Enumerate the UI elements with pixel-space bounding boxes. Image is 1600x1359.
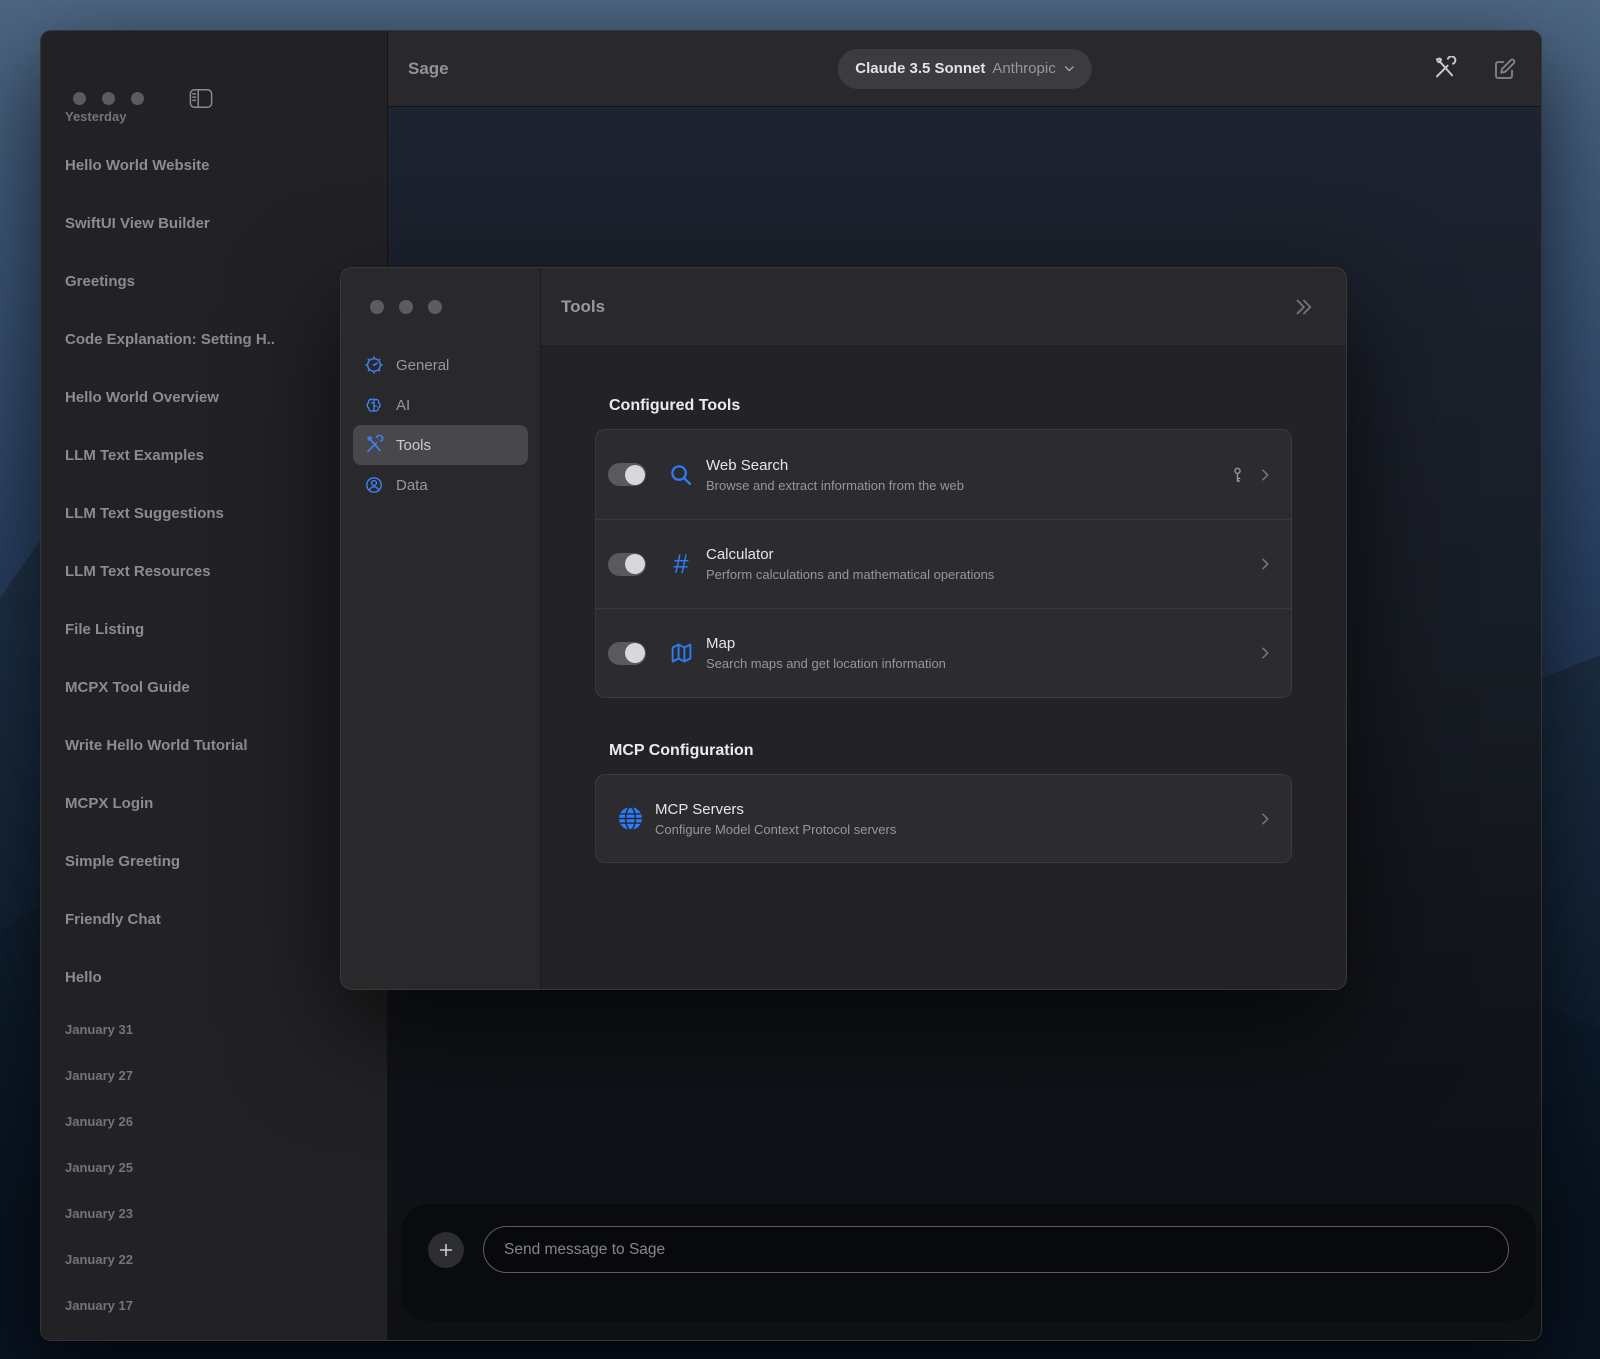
tool-description: Perform calculations and mathematical op…: [706, 567, 995, 582]
chevron-right-icon: [1257, 556, 1273, 572]
chat-item[interactable]: Code Explanation: Setting H..: [41, 310, 387, 368]
tools-icon: [363, 435, 385, 455]
chat-group-header: January 31: [65, 1021, 133, 1037]
chat-item[interactable]: Greetings: [41, 252, 387, 310]
model-name: Claude 3.5 Sonnet: [855, 60, 986, 77]
settings-main: Tools Configured Tools Web Search Browse…: [541, 268, 1346, 989]
configured-tools-card: Web Search Browse and extract informatio…: [595, 429, 1292, 698]
add-attachment-button[interactable]: [428, 1232, 464, 1268]
compose-icon[interactable]: [1493, 57, 1517, 81]
gauge-icon: [363, 355, 385, 375]
hash-icon: #: [673, 548, 689, 579]
settings-body: Configured Tools Web Search Browse and e…: [541, 347, 1346, 989]
person-icon: [363, 475, 385, 495]
settings-window: General AI Tools Data Tools Configured T…: [340, 267, 1347, 990]
chat-item[interactable]: Write Hello World Tutorial: [41, 716, 387, 774]
chat-group-header: January 26: [65, 1113, 133, 1129]
tool-title: Calculator: [706, 546, 774, 563]
tool-description: Browse and extract information from the …: [706, 477, 964, 493]
tool-row-map[interactable]: Map Search maps and get location informa…: [596, 608, 1291, 697]
section-heading: MCP Configuration: [609, 742, 754, 759]
tab-ai[interactable]: AI: [353, 385, 528, 425]
settings-sidebar: General AI Tools Data: [341, 268, 541, 989]
chat-history-list: Yesterday Hello World Website SwiftUI Vi…: [41, 96, 387, 1340]
minimize-window-button[interactable]: [399, 300, 413, 314]
plus-icon: [438, 1242, 454, 1258]
chat-item[interactable]: MCPX Tool Guide: [41, 658, 387, 716]
tab-label: Tools: [396, 436, 432, 454]
tool-text: Web Search Browse and extract informatio…: [706, 457, 1230, 493]
titlebar: Sage Claude 3.5 Sonnet Anthropic: [388, 31, 1541, 107]
model-selector[interactable]: Claude 3.5 Sonnet Anthropic: [837, 48, 1092, 89]
calculator-toggle[interactable]: [608, 552, 646, 576]
search-icon: [664, 462, 698, 488]
section-heading: Configured Tools: [609, 397, 741, 414]
chat-item[interactable]: Simple Greeting: [41, 832, 387, 890]
tool-row-calculator[interactable]: # Calculator Perform calculations and ma…: [596, 519, 1291, 608]
mcp-card: MCP Servers Configure Model Context Prot…: [595, 774, 1292, 863]
close-window-button[interactable]: [370, 300, 384, 314]
chevron-right-icon: [1257, 645, 1273, 661]
chat-item[interactable]: Hello World Website: [41, 136, 387, 194]
tool-title: Map: [706, 635, 736, 652]
row-trailing: [1257, 556, 1273, 572]
message-input[interactable]: [483, 1226, 1509, 1273]
settings-tabs: General AI Tools Data: [353, 345, 528, 505]
tab-label: AI: [396, 396, 411, 414]
tab-label: General: [396, 356, 450, 374]
chat-item[interactable]: Hello World Overview: [41, 368, 387, 426]
chevron-right-icon: [1257, 467, 1273, 483]
map-toggle[interactable]: [608, 641, 646, 665]
tool-row-web-search[interactable]: Web Search Browse and extract informatio…: [596, 430, 1291, 519]
web-search-toggle[interactable]: [608, 463, 646, 486]
chat-item[interactable]: Friendly Chat: [41, 890, 387, 948]
settings-header: Tools: [541, 268, 1346, 347]
tool-description: Search maps and get location information: [706, 656, 946, 671]
globe-icon: [613, 805, 647, 832]
tab-tools[interactable]: Tools: [353, 425, 528, 465]
mcp-servers-row[interactable]: MCP Servers Configure Model Context Prot…: [596, 775, 1291, 862]
chat-group-header: January 25: [65, 1159, 133, 1175]
chat-item[interactable]: SwiftUI View Builder: [41, 194, 387, 252]
map-icon: [664, 641, 698, 666]
chat-item[interactable]: LLM Text Examples: [41, 426, 387, 484]
tab-label: Data: [396, 476, 428, 494]
zoom-window-button[interactable]: [428, 300, 442, 314]
chat-group-header: January 17: [65, 1297, 133, 1313]
tools-icon[interactable]: [1432, 56, 1457, 81]
chat-item[interactable]: Hello: [41, 948, 387, 1006]
chat-group-header: January 27: [65, 1067, 133, 1083]
page-title: Sage: [408, 58, 449, 78]
row-trailing: [1230, 465, 1273, 485]
chat-item[interactable]: LLM Text Suggestions: [41, 484, 387, 542]
row-trailing: [1257, 645, 1273, 661]
tool-text: Map Search maps and get location informa…: [706, 635, 1257, 671]
settings-window-controls: [370, 300, 442, 314]
composer-bar: [401, 1204, 1536, 1321]
tool-text: MCP Servers Configure Model Context Prot…: [655, 801, 1257, 837]
titlebar-actions: [1432, 31, 1517, 106]
chevron-right-icon: [1257, 811, 1273, 827]
tool-text: Calculator Perform calculations and math…: [706, 546, 1257, 582]
chat-item[interactable]: File Listing: [41, 600, 387, 658]
tool-title: Web Search: [706, 456, 789, 474]
tab-general[interactable]: General: [353, 345, 528, 385]
chat-item[interactable]: LLM Text Resources: [41, 542, 387, 600]
chat-group-header: Yesterday: [65, 108, 127, 124]
tab-data[interactable]: Data: [353, 465, 528, 505]
brain-icon: [363, 395, 385, 415]
key-icon: [1230, 465, 1245, 485]
row-trailing: [1257, 811, 1273, 827]
double-chevron-right-icon[interactable]: [1286, 295, 1320, 319]
chevron-down-icon: [1063, 62, 1076, 75]
chat-group-header: January 23: [65, 1205, 133, 1221]
sidebar: Yesterday Hello World Website SwiftUI Vi…: [41, 31, 388, 1340]
settings-title: Tools: [561, 297, 606, 316]
tool-description: Configure Model Context Protocol servers: [655, 821, 897, 837]
tool-title: MCP Servers: [655, 800, 744, 818]
chat-group-header: January 22: [65, 1251, 133, 1267]
model-provider: Anthropic: [992, 60, 1056, 77]
chat-item[interactable]: MCPX Login: [41, 774, 387, 832]
